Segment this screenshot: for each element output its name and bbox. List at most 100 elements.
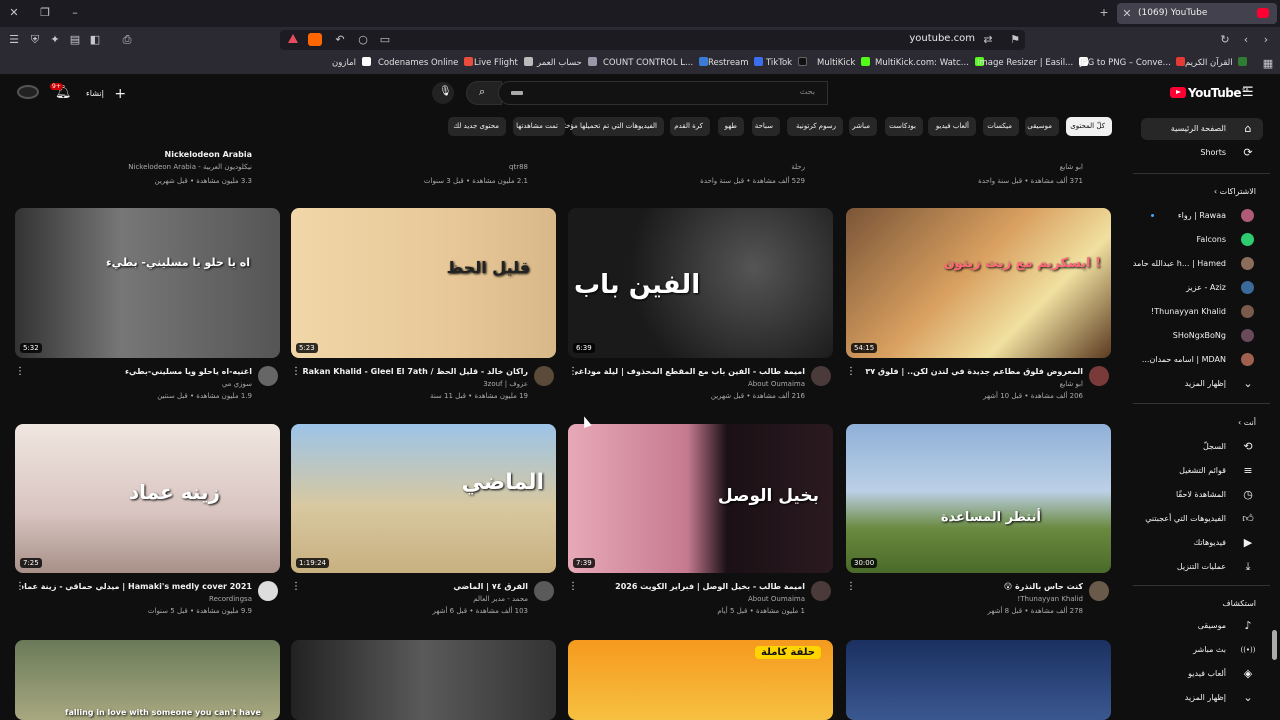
more-actions-icon[interactable]: ⋮ [846,366,856,377]
video-thumbnail[interactable]: بخيل الوصل 7:39 [568,424,833,573]
channel-name[interactable]: سوزي مي [222,380,252,388]
chip-9[interactable]: كرة القدم [670,117,710,136]
video-thumbnail[interactable]: حلقة كاملة [568,640,833,720]
forward-icon[interactable]: › [1258,33,1274,47]
chip-10[interactable]: الفيديوهات التي تم تحميلها مؤخرًا [560,117,664,136]
bookmark-item[interactable]: امازون [332,57,371,68]
bookmark-item[interactable]: COUNT CONTROL L... [603,57,708,68]
video-title[interactable]: الفرق ٧٤ | الماضي [453,582,528,591]
bookmark-item[interactable]: Codenames Online [378,57,474,68]
sidebar-item-subscription[interactable]: SHoNgxBoNg [1173,331,1226,340]
bookmark-item[interactable]: MultiKick.com: Watc... [875,57,984,68]
bookmark-item[interactable]: Image Resizer | Easil... [977,57,1088,68]
bookmark-icon[interactable]: ⚑ [1007,33,1023,47]
bookmarks-menu-icon[interactable]: ▦ [1260,57,1276,71]
scrollbar-thumb[interactable] [1272,630,1277,660]
bookmark-item[interactable]: MultiKick [817,57,871,68]
search-button[interactable]: ⌕ [466,81,502,105]
more-actions-icon[interactable]: ⋮ [846,581,856,592]
restore-icon[interactable]: ❐ [37,6,53,20]
video-title[interactable]: راكان خالد - قليل الحظ / Rakan Khalid - … [303,367,529,376]
channel-avatar[interactable] [258,581,278,601]
channel-avatar[interactable] [1089,366,1109,386]
chip-4[interactable]: بودكاست [885,117,923,136]
search-input[interactable]: بحث [498,81,828,105]
video-thumbnail[interactable]: ايسكريم مع زيت زيتون ! 54:15 [846,208,1111,358]
video-thumbnail[interactable]: زينه عماد 7:25 [15,424,280,573]
channel-name[interactable]: عزوف | 3zouf [483,380,528,388]
sidebar-item-subscription[interactable]: Falcons [1196,235,1226,244]
sidebar-item-explore[interactable]: إظهار المزيد [1185,693,1226,702]
bookmark-item[interactable]: القرآن الكريم [1185,57,1248,68]
shields-icon[interactable] [308,33,322,46]
sidebar-item-you[interactable]: عمليات التنزيل [1177,562,1226,571]
minimize-icon[interactable]: – [67,6,83,20]
video-thumbnail[interactable]: قليل الحظ 5:23 [291,208,556,358]
chip-7[interactable]: سباحة [752,117,780,136]
chip-0[interactable]: كلّ المحتوى [1066,117,1112,136]
shorts-icon[interactable]: ⟳ [1242,147,1254,159]
video-thumbnail[interactable] [846,640,1111,720]
sidebar-item-explore[interactable]: موسيقى [1198,621,1226,630]
extensions-icon[interactable]: ✦ [47,33,63,47]
brave-icon[interactable] [288,34,298,43]
sidebar-item-subscription[interactable]: MDAN | اسامه حمدان... [1142,355,1226,364]
video-title[interactable]: المعروض فلوق مطاعم جديدة في لندن لكن.. |… [865,367,1083,376]
chip-2[interactable]: ميكسات [983,117,1019,136]
chip-5[interactable]: مباشر [849,117,877,136]
video-title[interactable]: Hamaki's medly cover 2021 | ميدلي حماقي … [22,582,252,591]
video-title[interactable]: اميمة طالب - بخيل الوصل | فبراير الكويت … [615,582,805,591]
bookmark-item[interactable]: TikTok [766,57,807,68]
more-actions-icon[interactable]: ⋮ [291,366,301,377]
chip-1[interactable]: موسيقى [1025,117,1059,136]
channel-name[interactable]: About Oumaima [748,380,805,388]
chip-11[interactable]: تمت مشاهدتها [513,117,565,136]
bookmark-item[interactable]: Live Flight [474,57,533,68]
reload-icon[interactable]: ↻ [1217,33,1233,47]
more-actions-icon[interactable]: ⋮ [15,581,25,592]
sidebar-item-you[interactable]: الفيديوهات التي أعجبتني [1145,514,1226,523]
sidebar-item-shorts[interactable]: Shorts [1200,148,1226,157]
new-tab-icon[interactable]: + [1096,6,1112,20]
subscriptions-header[interactable]: الاشتراكات › [1214,187,1256,196]
avatar[interactable] [17,85,39,99]
channel-avatar[interactable] [811,366,831,386]
voice-search-button[interactable]: 🎙︎ [432,82,454,104]
video-title[interactable]: كنت حاس بالنذرة 😮 [1004,582,1083,591]
channel-name[interactable]: About Oumaima [748,595,805,603]
more-actions-icon[interactable]: ⋮ [568,366,578,377]
create-button[interactable]: إنشاء + [86,86,126,102]
chip-6[interactable]: رسوم كرتونية [787,117,843,136]
hamburger-menu-icon[interactable]: ☰ [1242,85,1254,100]
reader-icon[interactable]: ▤ [67,33,83,47]
url-bar[interactable]: ↶ ○ ▭ youtube.com ⇄ ⚑ [280,30,1025,50]
undo-icon[interactable]: ↶ [332,33,348,47]
channel-avatar[interactable] [258,366,278,386]
sidebar-icon[interactable]: ◧ [87,33,103,47]
bookmark-item[interactable]: Restream [708,57,764,68]
video-thumbnail[interactable]: falling in love with someone you can't h… [15,640,280,720]
video-title[interactable]: اميمة طالب - الفين باب مع المقطع المحذوف… [575,367,805,376]
video-thumbnail[interactable]: اه يا حلو يا مسليني- بطيء 5:32 [15,208,280,358]
channel-name[interactable]: محمد - مدير العالم [473,595,528,603]
channel-avatar[interactable] [534,366,554,386]
channel-name[interactable]: qtr88 [509,163,528,171]
channel-avatar[interactable] [534,581,554,601]
channel-name[interactable]: ابو شايع [1060,163,1083,171]
video-title[interactable]: اغنيه-اه ياحلو ويا مسليني-بطيء [125,367,252,376]
sidebar-item-subscription[interactable]: Rawaa | رواء [1178,211,1226,220]
sidebar-item-explore[interactable]: بث مباشر [1193,645,1226,654]
channel-name[interactable]: Recordingsa [209,595,252,603]
chip-3[interactable]: ألعاب فيديو [928,117,976,136]
cast-icon[interactable]: ▭ [377,33,393,47]
shield-icon[interactable]: ⛨ [27,33,43,47]
menu-icon[interactable]: ☰ [6,33,22,47]
bookmark-item[interactable]: حساب العمر [537,57,597,68]
site-settings-icon[interactable]: ⇄ [980,33,996,47]
sidebar-item-you[interactable]: المشاهدة لاحقًا [1176,490,1226,499]
url-text[interactable]: youtube.com [909,33,975,44]
sidebar-item-subscription[interactable]: Aziz - عزيز [1186,283,1226,292]
more-actions-icon[interactable]: ⋮ [568,581,578,592]
chip-8[interactable]: طهو [718,117,744,136]
sidebar-item-subscription[interactable]: h... | Hamed عبدالله حامد [1133,259,1226,268]
